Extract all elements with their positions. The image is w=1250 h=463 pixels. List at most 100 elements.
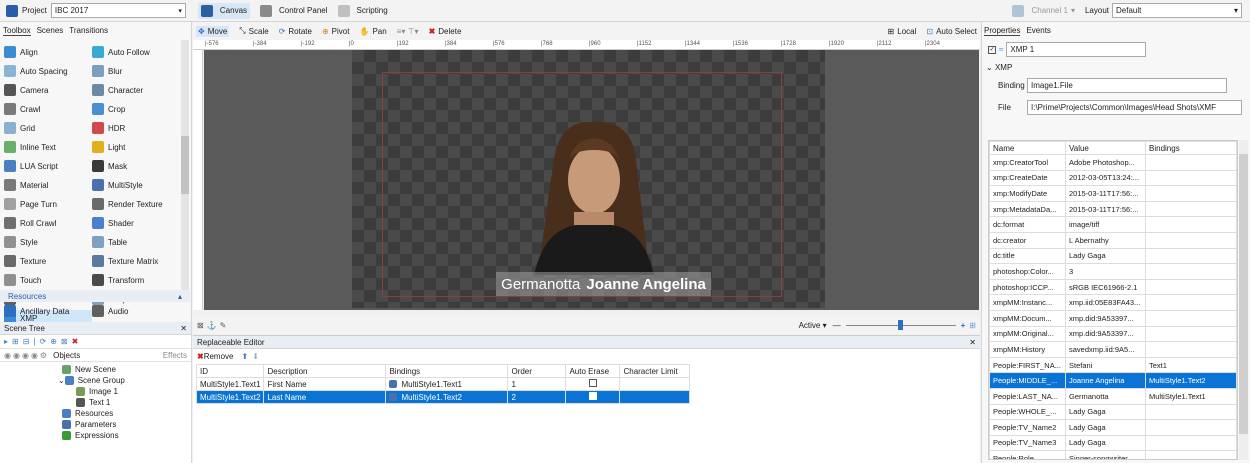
rotate-tool[interactable]: ⟳ Rotate bbox=[279, 27, 312, 36]
cell-value[interactable]: xmp.did:9A53397... bbox=[1065, 309, 1146, 327]
cell-value[interactable]: 2012-03-05T13:24:... bbox=[1065, 169, 1146, 187]
cell-binding[interactable] bbox=[1145, 341, 1237, 358]
cell-name[interactable]: photoshop:Color... bbox=[989, 263, 1066, 280]
cell-binding[interactable] bbox=[1145, 309, 1237, 327]
cell-name[interactable]: xmpMM:Docum... bbox=[989, 309, 1066, 327]
column-value[interactable]: Value bbox=[1065, 141, 1146, 155]
remove-button[interactable]: ✖Remove bbox=[197, 352, 234, 361]
cell-value[interactable]: image/tiff bbox=[1065, 216, 1146, 233]
column-id[interactable]: ID bbox=[195, 364, 265, 378]
cell-binding[interactable] bbox=[1145, 169, 1237, 187]
cell-value[interactable]: 2015-03-11T17:56:... bbox=[1065, 200, 1146, 218]
cell-order[interactable]: 2 bbox=[507, 390, 567, 404]
move-tool[interactable]: ✥ Move bbox=[196, 25, 230, 37]
cell-name[interactable]: xmpMM:Instanc... bbox=[989, 294, 1066, 311]
tool-auto-spacing[interactable]: Auto Spacing bbox=[4, 63, 92, 79]
tool-texture[interactable]: Texture bbox=[4, 253, 92, 269]
zoom-out-icon[interactable]: — bbox=[833, 321, 841, 330]
scripting-button[interactable]: Scripting bbox=[337, 4, 388, 17]
table-row[interactable]: photoshop:Color... 3 bbox=[989, 263, 1237, 280]
tool-texture-matrix[interactable]: Texture Matrix bbox=[92, 253, 180, 269]
table-row[interactable]: dc:title Lady Gaga bbox=[989, 247, 1237, 265]
cell-binding[interactable] bbox=[1145, 278, 1237, 296]
cell-name[interactable]: dc:creator bbox=[989, 231, 1066, 249]
cell-name[interactable]: People:MIDDLE_... bbox=[989, 372, 1066, 389]
cell-name[interactable]: xmp:CreatorTool bbox=[989, 154, 1066, 171]
tree-node-expressions[interactable]: Expressions bbox=[62, 430, 191, 441]
xmp-section-header[interactable]: ⌄ XMP bbox=[982, 57, 1250, 72]
delete-node-icon[interactable]: ✖ bbox=[72, 337, 83, 346]
channel-select[interactable]: Channel 1 ▾ bbox=[1012, 4, 1075, 17]
zoom-slider-thumb[interactable] bbox=[897, 320, 903, 330]
table-row[interactable]: People:Role Singer-songwriter bbox=[989, 450, 1237, 459]
cell-value[interactable]: Stefani bbox=[1065, 356, 1146, 374]
scale-tool[interactable]: ⤡ Scale bbox=[239, 26, 268, 36]
cell-value[interactable]: Germanotta bbox=[1065, 387, 1146, 405]
tool-blur[interactable]: Blur bbox=[92, 63, 180, 79]
table-row[interactable]: People:WHOLE_... Lady Gaga bbox=[989, 403, 1237, 421]
tool-table[interactable]: Table bbox=[92, 234, 180, 250]
table-row[interactable]: xmp:CreatorTool Adobe Photoshop... bbox=[989, 154, 1237, 171]
canvas-footer-icons[interactable]: ⊠⚓✎ bbox=[197, 321, 229, 330]
cell-value[interactable]: Singer-songwriter bbox=[1065, 450, 1146, 459]
cell-binding[interactable] bbox=[1145, 325, 1237, 343]
tool-auto-follow[interactable]: Auto Follow bbox=[92, 44, 180, 60]
cell-value[interactable]: Lady Gaga bbox=[1065, 403, 1146, 421]
column-order[interactable]: Order bbox=[507, 364, 567, 378]
cell-value[interactable]: Adobe Photoshop... bbox=[1065, 154, 1146, 171]
cell-name[interactable]: People:Role bbox=[989, 450, 1066, 459]
tab-properties[interactable]: Properties bbox=[984, 26, 1021, 36]
tree-node-new-scene[interactable]: New Scene bbox=[62, 364, 191, 375]
cell-order[interactable]: 1 bbox=[507, 377, 567, 391]
layout-select[interactable]: Default ▾ bbox=[1112, 3, 1242, 18]
toolbox-scrollbar[interactable] bbox=[181, 40, 189, 295]
move-down-icon[interactable]: ⬇ bbox=[252, 352, 259, 361]
tree-node-parameters[interactable]: Parameters bbox=[62, 419, 191, 430]
cell-binding[interactable] bbox=[1145, 200, 1237, 218]
cell-value[interactable]: Lady Gaga bbox=[1065, 419, 1146, 436]
auto-erase-checkbox[interactable] bbox=[565, 377, 621, 391]
table-row[interactable]: MultiStyle1.Text1 First Name MultiStyle1… bbox=[195, 377, 690, 391]
table-row[interactable]: xmp:ModifyDate 2015-03-11T17:56:... bbox=[989, 185, 1237, 202]
table-row[interactable]: xmpMM:Docum... xmp.did:9A53397... bbox=[989, 309, 1237, 327]
cell-name[interactable]: People:WHOLE_... bbox=[989, 403, 1066, 421]
pan-tool[interactable]: ✋ Pan bbox=[359, 27, 386, 36]
cell-name[interactable]: xmpMM:Original... bbox=[989, 325, 1066, 343]
tab-toolbox[interactable]: Toolbox bbox=[3, 26, 31, 36]
local-toggle[interactable]: ⊞ Local bbox=[888, 27, 917, 36]
cell-value[interactable]: xmp.did:9A53397... bbox=[1065, 325, 1146, 343]
cell-name[interactable]: xmp:ModifyDate bbox=[989, 185, 1066, 202]
cell-binding[interactable]: MultiStyle1.Text2 bbox=[1145, 372, 1237, 389]
expand-icon[interactable]: ⌄ bbox=[58, 376, 65, 385]
resources-header[interactable]: Resources ▴ bbox=[0, 290, 190, 302]
canvas-button[interactable]: Canvas bbox=[197, 2, 251, 19]
cell-binding[interactable] bbox=[1145, 247, 1237, 265]
close-icon[interactable]: ✕ bbox=[969, 338, 976, 347]
cell-binding[interactable] bbox=[1145, 450, 1237, 459]
close-icon[interactable]: ✕ bbox=[180, 324, 187, 333]
tool-camera[interactable]: Camera bbox=[4, 82, 92, 98]
move-up-icon[interactable]: ⬆ bbox=[242, 352, 249, 361]
tool-lua-script[interactable]: LUA Script bbox=[4, 158, 92, 174]
binding-input[interactable]: Image1.File bbox=[1027, 78, 1227, 93]
enabled-checkbox[interactable]: ✓ bbox=[988, 45, 996, 54]
tool-style[interactable]: Style bbox=[4, 234, 92, 250]
tool-ancillary-data[interactable]: Ancillary Data bbox=[4, 305, 92, 317]
control-panel-button[interactable]: Control Panel bbox=[260, 4, 328, 17]
delete-button[interactable]: ✖ Delete bbox=[429, 27, 462, 36]
cell-value[interactable]: 2015-03-11T17:56:... bbox=[1065, 185, 1146, 202]
cell-name[interactable]: People:TV_Name2 bbox=[989, 419, 1066, 436]
tool-inline-text[interactable]: Inline Text bbox=[4, 139, 92, 155]
cell-name[interactable]: xmpMM:History bbox=[989, 341, 1066, 358]
xmp-scrollbar[interactable] bbox=[1239, 140, 1248, 460]
tool-character[interactable]: Character bbox=[92, 82, 180, 98]
table-row[interactable]: People:LAST_NA... Germanotta MultiStyle1.T… bbox=[989, 387, 1237, 405]
fit-icon[interactable]: ⊞ bbox=[969, 321, 976, 330]
cell-character-limit[interactable] bbox=[619, 390, 690, 404]
auto-erase-checkbox[interactable] bbox=[565, 390, 621, 404]
tab-scenes[interactable]: Scenes bbox=[37, 26, 64, 35]
auto-select-toggle[interactable]: ⊡ Auto Select bbox=[926, 27, 977, 36]
tool-crop[interactable]: Crop bbox=[92, 101, 180, 117]
tree-node-image-1[interactable]: Image 1 bbox=[76, 386, 191, 397]
cell-binding[interactable] bbox=[1145, 419, 1237, 436]
